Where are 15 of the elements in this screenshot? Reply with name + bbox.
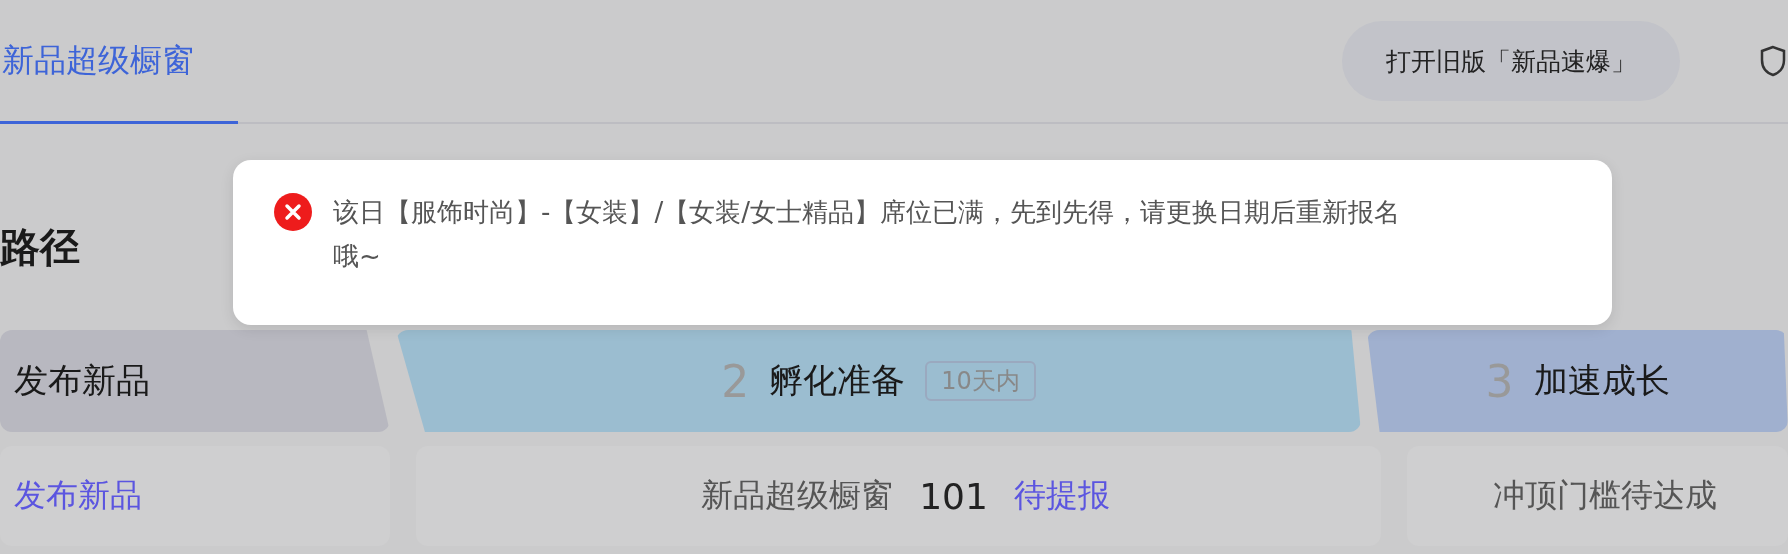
toast-text: 该日【服饰时尚】-【女装】/【女装/女士精品】席位已满，先到先得，请更换日期后重新报名哦~ <box>333 196 1401 273</box>
card-link[interactable]: 发布新品 <box>14 474 142 518</box>
error-icon <box>273 192 313 232</box>
section-title: 路径 <box>0 223 80 272</box>
stage-title: 孵化准备 <box>769 359 906 402</box>
card-label: 新品超级橱窗 <box>701 475 894 516</box>
tab[interactable]: 新品超级橱窗 <box>0 0 238 124</box>
card-action-link[interactable]: 待提报 <box>1013 474 1110 518</box>
stage-title: 发布新品 <box>14 359 150 402</box>
card-count: 101 <box>919 475 988 517</box>
card-label: 冲顶门槛待达成 <box>1492 475 1717 516</box>
shield-icon[interactable] <box>1760 45 1786 77</box>
stage-tag: 10天内 <box>925 361 1036 401</box>
stage-title: 加速成长 <box>1533 359 1670 402</box>
old-version-button[interactable]: 打开旧版「新品速爆」 <box>1342 21 1680 101</box>
